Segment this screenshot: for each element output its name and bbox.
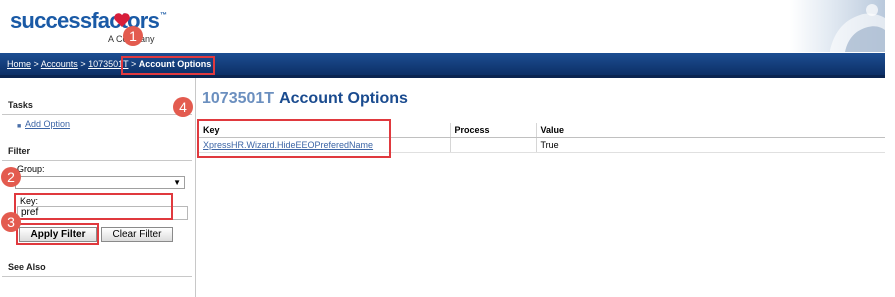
chevron-down-icon: ▼: [173, 178, 181, 187]
group-select[interactable]: ▼: [15, 176, 185, 189]
option-value-cell: True: [535, 137, 885, 153]
column-header-value[interactable]: Value: [535, 123, 885, 138]
filter-divider: [2, 160, 192, 161]
add-option-link[interactable]: Add Option: [25, 119, 70, 129]
clear-filter-button[interactable]: Clear Filter: [101, 227, 173, 242]
highlight-box-apply-filter: [16, 223, 99, 245]
highlight-box-key-filter: [14, 193, 173, 220]
tasks-heading: Tasks: [8, 100, 33, 110]
option-process-cell: [449, 137, 536, 153]
group-label: Group:: [17, 164, 45, 174]
page-title-account-id: 1073501T: [202, 90, 275, 107]
tasks-divider: [2, 114, 192, 115]
breadcrumb-separator: >: [77, 59, 89, 69]
header-art-icon: [830, 4, 885, 52]
successfactors-logo[interactable]: successfactors™: [10, 8, 167, 34]
highlight-box-options-row: [197, 119, 391, 158]
breadcrumb-accounts-link[interactable]: Accounts: [41, 59, 78, 69]
header-decorative-image: [790, 0, 885, 52]
step-marker-2: 2: [1, 167, 21, 187]
highlight-box-breadcrumb: [121, 56, 215, 75]
column-header-process[interactable]: Process: [449, 123, 536, 138]
breadcrumb-separator: >: [31, 59, 41, 69]
see-also-divider: [2, 276, 192, 277]
step-marker-3: 3: [1, 212, 21, 232]
step-marker-1: 1: [123, 26, 143, 46]
bullet-icon: ■: [17, 123, 22, 130]
logo-trademark: ™: [160, 12, 167, 19]
breadcrumb-home-link[interactable]: Home: [7, 59, 31, 69]
page-title-text: Account Options: [279, 90, 408, 107]
filter-heading: Filter: [8, 146, 31, 156]
see-also-heading: See Also: [8, 262, 46, 272]
page-title: 1073501T Account Options: [202, 90, 408, 108]
step-marker-4: 4: [173, 97, 193, 117]
